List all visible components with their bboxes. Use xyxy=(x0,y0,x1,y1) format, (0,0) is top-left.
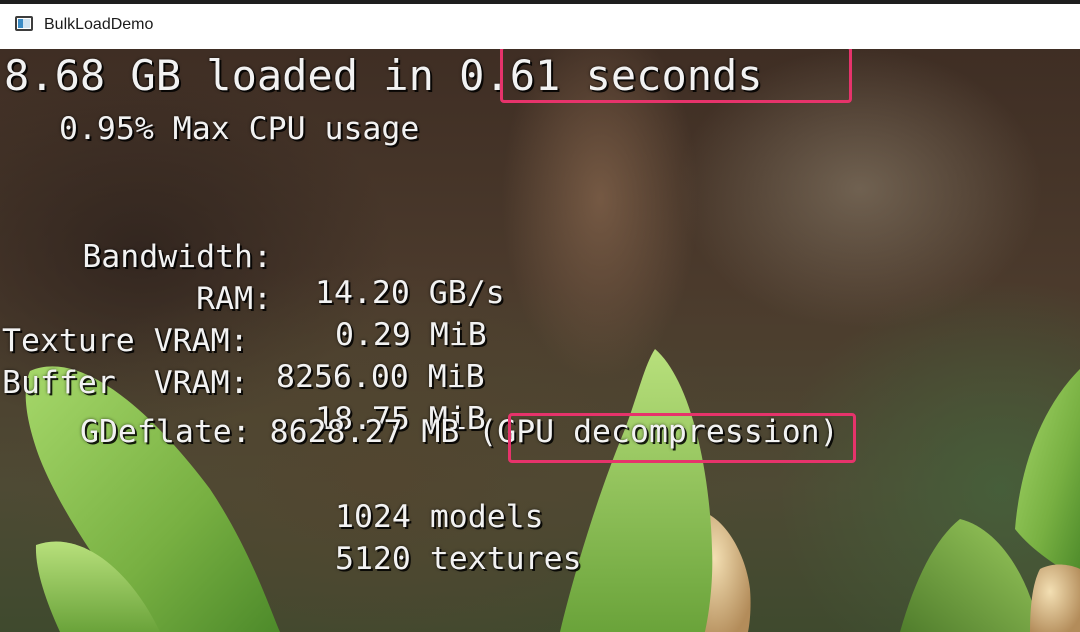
render-viewport: 8.68 GB loaded in 0.61 seconds 0.95% Max… xyxy=(0,49,1080,632)
buffer-vram-label: Buffer VRAM: xyxy=(2,365,249,401)
gdeflate-label: GDeflate: xyxy=(80,414,251,450)
window-title: BulkLoadDemo xyxy=(44,16,154,33)
stat-row: Buffer VRAM: 18.75 MiB xyxy=(0,329,486,473)
bulkload-demo-window: BulkLoadDemo 8.68 GB loaded in 0.61 seco… xyxy=(0,0,1080,632)
load-time-highlight xyxy=(500,49,852,103)
bandwidth-value: 14.20 GB/s xyxy=(315,275,505,311)
gdeflate-value: 8628.27 MB ( xyxy=(269,414,498,450)
app-window-icon xyxy=(15,16,33,31)
texture-vram-value: 8256.00 MiB xyxy=(276,359,485,395)
title-bar[interactable]: BulkLoadDemo xyxy=(0,0,1080,49)
gpu-decompression-highlight xyxy=(508,413,856,463)
cpu-usage-text: 0.95% Max CPU usage xyxy=(59,111,420,147)
textures-count-text: 5120 textures xyxy=(335,541,582,577)
ram-value: 0.29 MiB xyxy=(335,317,487,353)
loaded-amount-text: 8.68 GB loaded in xyxy=(4,51,460,100)
models-count-text: 1024 models xyxy=(335,499,544,535)
